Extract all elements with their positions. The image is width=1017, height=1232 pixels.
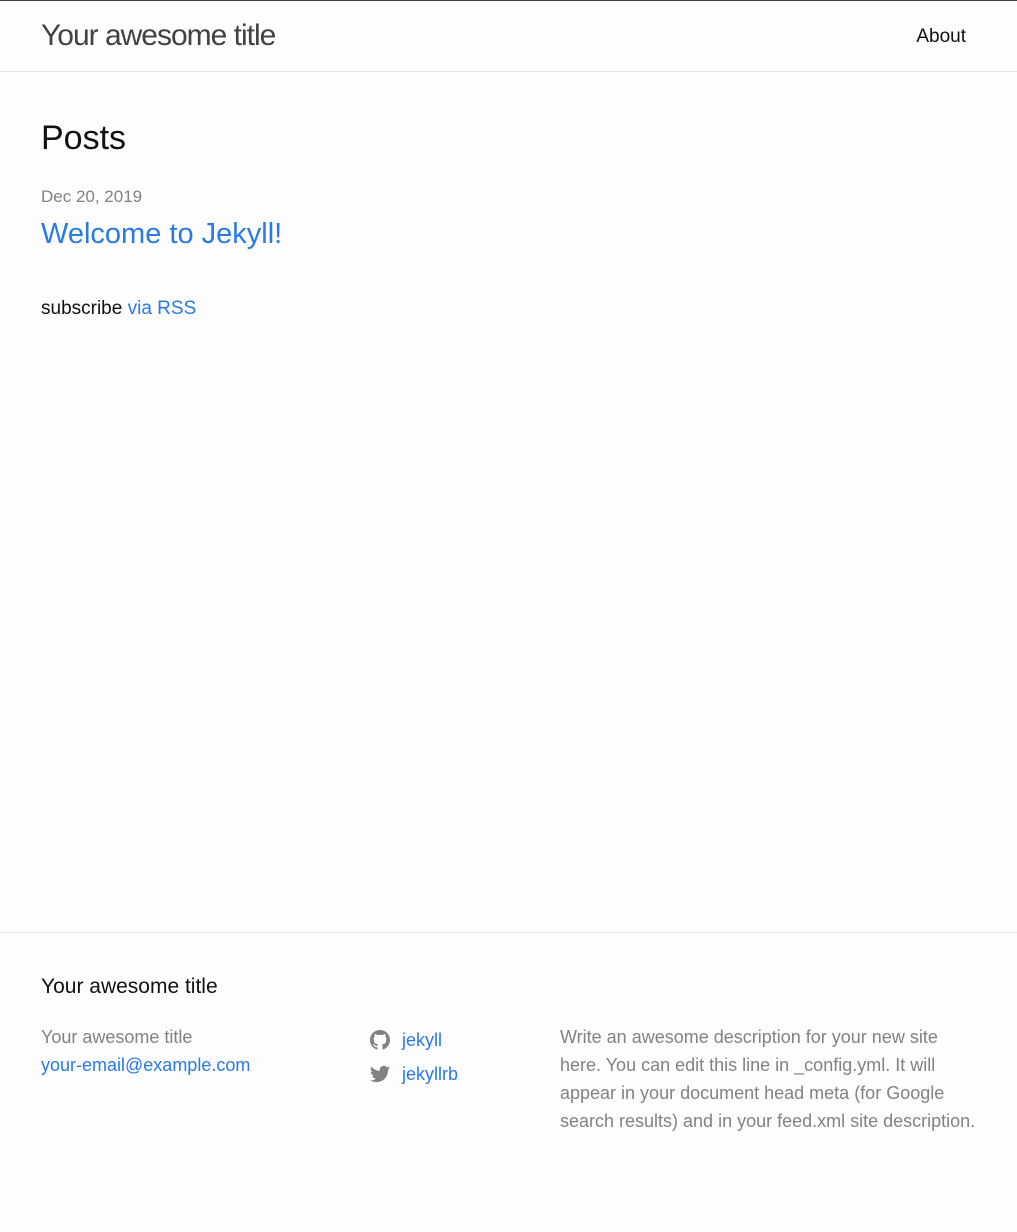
post-link[interactable]: Welcome to Jekyll!: [41, 214, 282, 254]
social-item-twitter[interactable]: jekyllrb: [370, 1057, 458, 1091]
footer-heading: Your awesome title: [41, 975, 218, 998]
github-username-link[interactable]: jekyll: [402, 1026, 442, 1054]
post-date: Dec 20, 2019: [41, 187, 143, 206]
site-title-link[interactable]: Your awesome title: [41, 16, 276, 56]
twitter-username-link[interactable]: jekyllrb: [402, 1060, 458, 1088]
footer-email-link[interactable]: your-email@example.com: [41, 1055, 250, 1075]
site-footer: Your awesome title Your awesome title yo…: [0, 932, 1017, 1232]
twitter-icon: [370, 1065, 390, 1083]
footer-contact: Your awesome title your-email@example.co…: [41, 1023, 250, 1079]
post-list-heading: Posts: [41, 119, 127, 157]
site-header: Your awesome title About: [0, 0, 1017, 72]
footer-site-name: Your awesome title: [41, 1027, 193, 1047]
footer-social: jekyll jekyllrb: [370, 1023, 458, 1091]
rss-link[interactable]: via RSS: [128, 298, 197, 319]
github-icon: [370, 1030, 390, 1050]
rss-subscribe: subscribe via RSS: [41, 296, 196, 322]
nav-link-about[interactable]: About: [916, 26, 966, 47]
footer-description: Write an awesome description for your ne…: [560, 1027, 976, 1131]
social-item-github[interactable]: jekyll: [370, 1023, 458, 1057]
site-nav: About: [916, 24, 966, 50]
rss-subscribe-label: subscribe: [41, 298, 123, 319]
